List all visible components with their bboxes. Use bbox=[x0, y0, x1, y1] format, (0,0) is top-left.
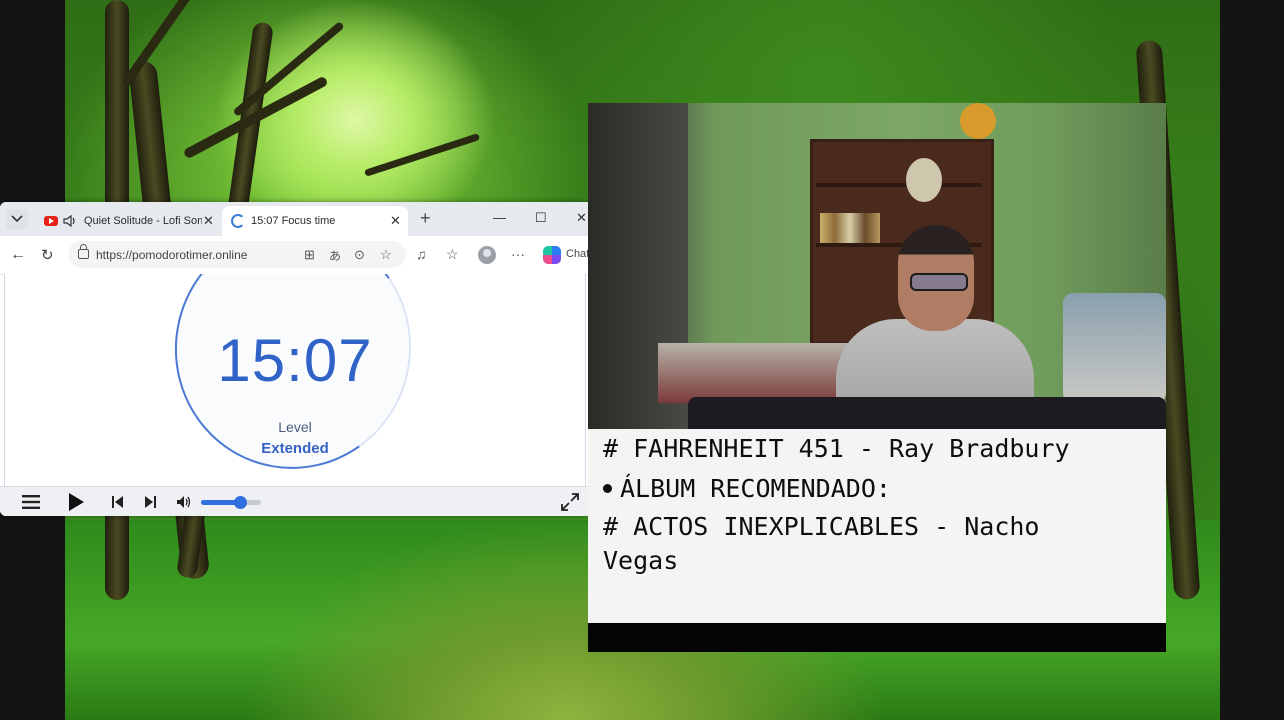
level-label: Level bbox=[278, 419, 312, 435]
address-bar[interactable]: https://pomodorotimer.online ⊞ あ ⊙ ☆ bbox=[68, 241, 406, 268]
tab-focus-time[interactable]: 15:07 Focus time ✕ bbox=[222, 206, 408, 236]
monitor-edge bbox=[688, 397, 1166, 429]
url-text: https://pomodorotimer.online bbox=[96, 248, 248, 262]
volume-slider[interactable] bbox=[201, 496, 261, 509]
copilot-icon[interactable] bbox=[543, 246, 561, 264]
profile-avatar[interactable] bbox=[478, 246, 496, 264]
loading-icon bbox=[231, 214, 245, 228]
level-value: Extended bbox=[261, 440, 329, 457]
close-window-button[interactable]: ✕ bbox=[576, 210, 587, 226]
volume-icon[interactable] bbox=[176, 495, 192, 509]
play-icon[interactable] bbox=[67, 492, 85, 512]
new-tab-button[interactable]: + bbox=[420, 208, 431, 229]
app-available-icon[interactable]: ⊞ bbox=[304, 247, 315, 263]
volume-handle[interactable] bbox=[233, 496, 247, 509]
tab-close-icon[interactable]: ✕ bbox=[390, 214, 401, 228]
album-line: # ACTOS INEXPLICABLES - Nacho Vegas bbox=[603, 512, 1040, 575]
plush-toy bbox=[906, 158, 942, 202]
tree-branch bbox=[363, 133, 481, 177]
favorites-icon[interactable]: ☆ bbox=[446, 246, 459, 263]
panel-bottom-bar bbox=[588, 623, 1166, 652]
minimize-button[interactable]: — bbox=[493, 210, 506, 225]
shelf-board bbox=[816, 183, 982, 187]
tree-branch bbox=[121, 0, 204, 88]
timer-display: 15:07 bbox=[217, 327, 373, 394]
media-player-bar bbox=[0, 486, 588, 516]
timer-page: 15:07 Level Extended bbox=[4, 274, 586, 486]
browser-window: Quiet Solitude - Lofi Son ✕ 15:07 Focus … bbox=[0, 202, 588, 516]
next-track-icon[interactable] bbox=[144, 496, 156, 508]
music-icon[interactable]: ♫ bbox=[416, 246, 427, 262]
album-heading: ÁLBUM RECOMENDADO: bbox=[603, 472, 891, 506]
album-heading-text: ÁLBUM RECOMENDADO: bbox=[620, 474, 891, 503]
address-toolbar: ← ↻ https://pomodorotimer.online ⊞ あ ⊙ ☆… bbox=[0, 236, 588, 275]
book-line: # FAHRENHEIT 451 - Ray Bradbury bbox=[603, 434, 1070, 463]
chat-button-label[interactable]: Chat bbox=[566, 248, 588, 260]
more-menu-icon[interactable]: ··· bbox=[511, 246, 525, 262]
tab-lofi[interactable]: Quiet Solitude - Lofi Son ✕ bbox=[36, 206, 218, 236]
fullscreen-icon[interactable] bbox=[561, 493, 579, 511]
menu-icon[interactable] bbox=[22, 495, 40, 509]
tab-title: Quiet Solitude - Lofi Son bbox=[84, 215, 202, 227]
youtube-icon bbox=[44, 216, 58, 226]
favorite-star-icon[interactable]: ☆ bbox=[380, 247, 392, 263]
glasses bbox=[910, 273, 968, 291]
more-tools-icon[interactable]: ⊙ bbox=[354, 247, 365, 263]
maximize-button[interactable]: ☐ bbox=[535, 210, 547, 226]
tab-title: 15:07 Focus time bbox=[251, 215, 336, 227]
tab-list-button[interactable] bbox=[6, 209, 28, 229]
webcam-feed bbox=[588, 103, 1166, 429]
bullet-icon bbox=[603, 483, 612, 493]
refresh-icon[interactable]: ↻ bbox=[41, 246, 54, 264]
back-icon[interactable]: ← bbox=[10, 246, 26, 264]
books bbox=[820, 213, 880, 243]
tab-bar: Quiet Solitude - Lofi Son ✕ 15:07 Focus … bbox=[0, 202, 588, 236]
previous-track-icon[interactable] bbox=[112, 496, 124, 508]
bed-pillows bbox=[1063, 293, 1166, 403]
plush-toy bbox=[960, 103, 996, 139]
translate-icon[interactable]: あ bbox=[329, 247, 341, 264]
lock-icon[interactable] bbox=[78, 244, 89, 259]
chevron-down-icon bbox=[11, 215, 23, 223]
tab-close-icon[interactable]: ✕ bbox=[203, 214, 214, 228]
text-overlay-panel: # FAHRENHEIT 451 - Ray Bradbury ÁLBUM RE… bbox=[588, 429, 1166, 623]
desk bbox=[658, 343, 858, 403]
speaker-icon[interactable] bbox=[62, 214, 78, 228]
